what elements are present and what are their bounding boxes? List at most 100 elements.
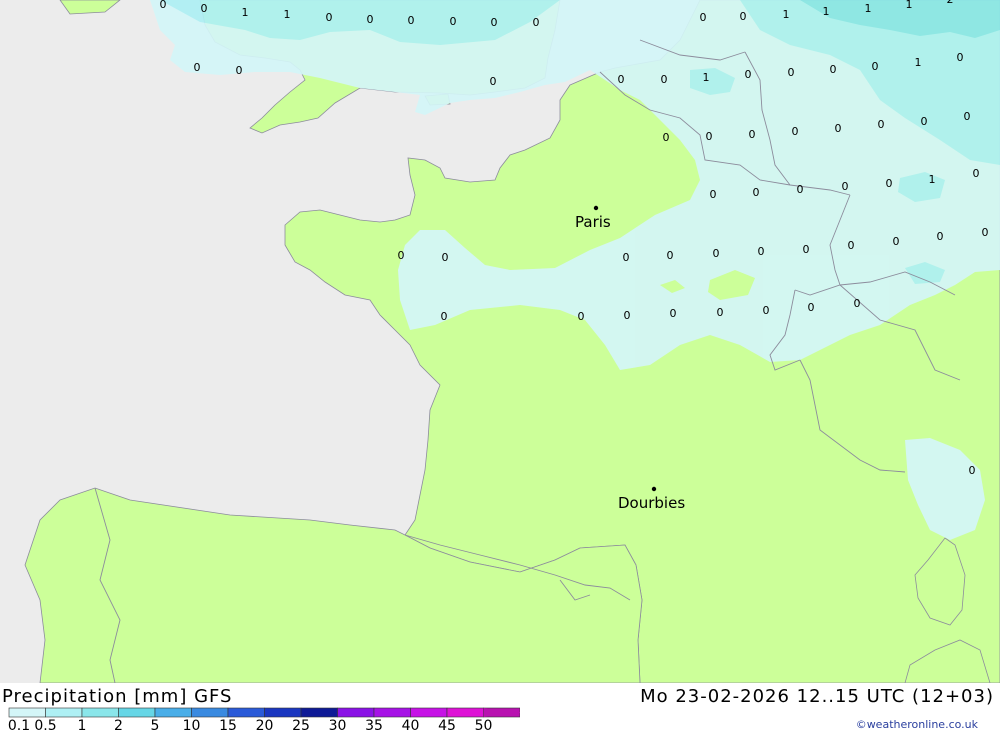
legend-swatch [446, 707, 484, 718]
legend-tick-label: 2 [114, 718, 123, 733]
precip-value-label: 1 [703, 71, 710, 84]
precip-value-label: 0 [667, 249, 674, 262]
legend-swatch [337, 707, 375, 718]
city-label-paris: Paris [575, 213, 611, 231]
precip-value-label: 0 [194, 61, 201, 74]
legend-swatch [191, 707, 229, 718]
precip-value-label: 0 [408, 14, 415, 27]
precip-value-label: 0 [872, 60, 879, 73]
precip-value-label: 0 [842, 180, 849, 193]
precip-value-label: 0 [745, 68, 752, 81]
precip-value-label: 0 [835, 122, 842, 135]
precip-value-label: 0 [201, 2, 208, 15]
legend-swatch [81, 707, 119, 718]
legend-swatch [300, 707, 338, 718]
legend-tick-label: 5 [151, 718, 160, 733]
precip-value-label: 0 [533, 16, 540, 29]
precip-value-label: 0 [937, 230, 944, 243]
precip-value-label: 0 [740, 10, 747, 23]
precip-value-label: 1 [915, 56, 922, 69]
precip-value-label: 0 [788, 66, 795, 79]
legend-swatch [410, 707, 448, 718]
legend-tick-label: 30 [329, 718, 347, 733]
precip-value-label: 0 [490, 75, 497, 88]
precip-value-label: 0 [969, 464, 976, 477]
precip-value-label: 0 [753, 186, 760, 199]
precip-value-label: 0 [957, 51, 964, 64]
legend-tick-label: 20 [256, 718, 274, 733]
precip-value-label: 0 [160, 0, 167, 11]
precip-value-label: 0 [706, 130, 713, 143]
legend-tick-label: 15 [219, 718, 237, 733]
precip-value-label: 0 [854, 297, 861, 310]
precipitation-legend: 0.1 0.5 1 2 5 10 15 20 25 30 35 40 45 50 [8, 707, 520, 733]
map-footer: Precipitation [mm] GFS Mo 23-02-2026 12.… [0, 683, 1000, 733]
precip-value-label: 0 [367, 13, 374, 26]
legend-swatch [227, 707, 265, 718]
legend-swatch [373, 707, 411, 718]
precip-value-label: 0 [830, 63, 837, 76]
precip-value-label: 0 [661, 73, 668, 86]
precip-value-label: 0 [763, 304, 770, 317]
legend-tick-label: 40 [402, 718, 420, 733]
legend-tick-label: 35 [365, 718, 383, 733]
precip-value-label: 1 [906, 0, 913, 11]
precip-value-label: 0 [749, 128, 756, 141]
precip-value-label: 1 [865, 2, 872, 15]
precip-value-label: 0 [886, 177, 893, 190]
legend-swatch [8, 707, 46, 718]
precip-value-label: 0 [670, 307, 677, 320]
precip-value-label: 0 [491, 16, 498, 29]
precip-value-label: 1 [783, 8, 790, 21]
precip-value-label: 0 [663, 131, 670, 144]
precipitation-map[interactable]: Paris Dourbies 0 0 1 1 0 0 0 0 0 0 0 0 0 0 0 1 1 1 1 2 0 0 1 0 0… [0, 0, 1000, 683]
precip-value-label: 0 [442, 251, 449, 264]
precip-value-label: 0 [717, 306, 724, 319]
precip-value-label: 0 [803, 243, 810, 256]
precip-value-label: 0 [236, 64, 243, 77]
precip-value-label: 0 [964, 110, 971, 123]
legend-tick-label: 50 [475, 718, 493, 733]
precip-value-label: 0 [797, 183, 804, 196]
legend-swatch [264, 707, 302, 718]
precip-value-label: 0 [792, 125, 799, 138]
legend-tick-label: 0.1 [8, 718, 30, 733]
precip-value-label: 0 [624, 309, 631, 322]
legend-tick-label: 1 [78, 718, 87, 733]
precip-value-label: 0 [326, 11, 333, 24]
precip-value-label: 0 [450, 15, 457, 28]
precip-value-label: 0 [982, 226, 989, 239]
legend-swatch [118, 707, 156, 718]
chart-title: Precipitation [mm] GFS [2, 686, 233, 707]
precip-value-label: 0 [618, 73, 625, 86]
precip-value-label: 2 [947, 0, 954, 6]
credit-link[interactable]: ©weatheronline.co.uk [856, 718, 978, 731]
legend-tick-label: 45 [438, 718, 456, 733]
precip-value-label: 0 [713, 247, 720, 260]
precip-value-label: 0 [441, 310, 448, 323]
forecast-time: Mo 23-02-2026 12..15 UTC (12+03) [640, 686, 994, 707]
precip-value-label: 0 [973, 167, 980, 180]
legend-tick-label: 25 [292, 718, 310, 733]
precip-value-label: 1 [823, 5, 830, 18]
precip-value-label: 1 [929, 173, 936, 186]
precip-value-label: 0 [398, 249, 405, 262]
precip-value-label: 0 [808, 301, 815, 314]
precip-value-label: 0 [710, 188, 717, 201]
precip-value-label: 0 [878, 118, 885, 131]
precip-value-label: 0 [848, 239, 855, 252]
precip-value-label: 0 [623, 251, 630, 264]
precip-value-label: 1 [284, 8, 291, 21]
precip-value-label: 0 [921, 115, 928, 128]
precip-value-label: 0 [578, 310, 585, 323]
legend-swatch [45, 707, 83, 718]
precip-value-label: 1 [242, 6, 249, 19]
legend-tick-label: 10 [183, 718, 201, 733]
precip-value-label: 0 [700, 11, 707, 24]
city-dot-paris [593, 205, 599, 211]
precip-value-label: 0 [758, 245, 765, 258]
precip-value-label: 0 [893, 235, 900, 248]
legend-tick-label: 0.5 [34, 718, 56, 733]
legend-swatch [154, 707, 192, 718]
city-dot-dourbies [651, 486, 657, 492]
